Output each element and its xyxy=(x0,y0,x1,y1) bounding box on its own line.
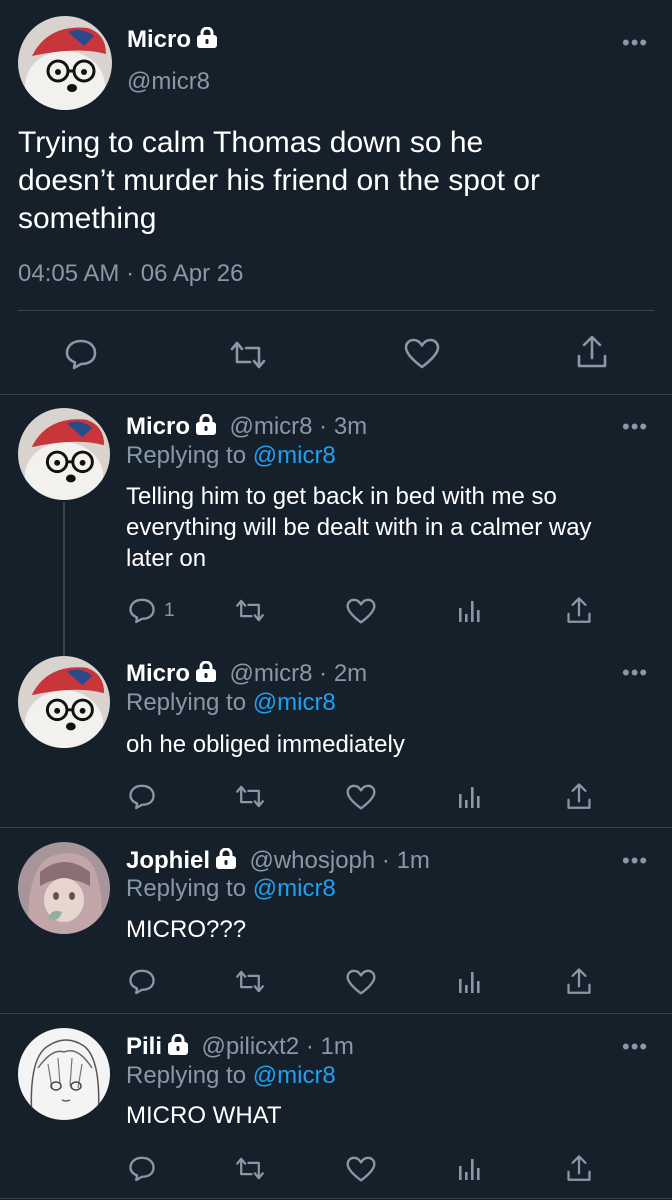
divider xyxy=(0,1013,672,1014)
reply-header: Micro @micr8 · 2m xyxy=(126,660,367,688)
reply-header: Micro @micr8 · 3m xyxy=(126,413,367,441)
avatar-micro[interactable] xyxy=(18,408,110,500)
divider xyxy=(0,1198,672,1199)
reply-text: MICRO??? xyxy=(126,914,246,945)
reply-icon[interactable] xyxy=(128,1155,156,1182)
share-icon[interactable] xyxy=(566,596,592,625)
lock-icon xyxy=(215,847,237,875)
reply-text-line: MICRO??? xyxy=(126,916,247,943)
replying-handle-link[interactable]: @micr8 xyxy=(253,875,336,902)
tweet-text-line: doesn’t murder his friend on the spot or xyxy=(18,164,540,197)
retweet-icon[interactable] xyxy=(234,784,266,809)
avatar-pili[interactable] xyxy=(18,1028,110,1120)
reply-text: oh he obliged immediately xyxy=(126,729,405,760)
reply-icon[interactable] xyxy=(64,338,98,370)
avatar-micro[interactable] xyxy=(18,16,112,110)
author-handle-time[interactable]: @micr8 · 3m xyxy=(229,413,367,440)
more-icon[interactable]: ••• xyxy=(622,414,648,440)
tweet-timestamp: 04:05 AM · 06 Apr 26 xyxy=(18,260,244,287)
author-handle[interactable]: @micr8 xyxy=(127,68,210,96)
divider xyxy=(0,394,672,395)
analytics-icon[interactable] xyxy=(458,969,482,995)
retweet-icon[interactable] xyxy=(228,340,268,370)
heart-icon[interactable] xyxy=(346,969,376,996)
reply-icon[interactable] xyxy=(128,968,156,995)
replying-to: Replying to @micr8 xyxy=(126,442,336,470)
more-icon[interactable]: ••• xyxy=(622,660,648,686)
analytics-icon[interactable] xyxy=(458,1156,482,1182)
reply-header: Pili @pilicxt2 · 1m xyxy=(126,1033,354,1061)
replying-prefix: Replying to xyxy=(126,1062,247,1089)
reply-text-line: oh he obliged immediately xyxy=(126,731,405,758)
retweet-icon[interactable] xyxy=(234,1156,266,1181)
tweet-text: Trying to calm Thomas down so he doesn’t… xyxy=(18,124,540,238)
author-handle-time[interactable]: @micr8 · 2m xyxy=(229,660,367,687)
analytics-icon[interactable] xyxy=(458,784,482,810)
thread-line xyxy=(63,502,65,656)
replying-handle-link[interactable]: @micr8 xyxy=(253,689,336,716)
lock-icon xyxy=(167,1033,189,1061)
divider xyxy=(18,310,654,311)
replying-prefix: Replying to xyxy=(126,689,247,716)
tweet-text-line: Trying to calm Thomas down so he xyxy=(18,126,484,159)
share-icon[interactable] xyxy=(566,967,592,996)
replying-prefix: Replying to xyxy=(126,875,247,902)
analytics-icon[interactable] xyxy=(458,598,482,624)
replying-to: Replying to @micr8 xyxy=(126,1062,336,1090)
avatar-jophiel[interactable] xyxy=(18,842,110,934)
replying-handle-link[interactable]: @micr8 xyxy=(253,442,336,469)
author-name[interactable]: Pili xyxy=(126,1033,162,1060)
reply-count: 1 xyxy=(164,599,175,621)
lock-icon xyxy=(196,26,218,56)
share-icon[interactable] xyxy=(566,782,592,811)
reply-icon[interactable]: 1 xyxy=(128,597,175,624)
reply-text-line: MICRO WHAT xyxy=(126,1102,282,1129)
reply-text-line: Telling him to get back in bed with me s… xyxy=(126,483,557,510)
author-name[interactable]: Micro xyxy=(126,413,190,440)
replying-to: Replying to @micr8 xyxy=(126,875,336,903)
heart-icon[interactable] xyxy=(346,598,376,625)
heart-icon[interactable] xyxy=(346,1156,376,1183)
share-icon[interactable] xyxy=(576,334,608,370)
author-handle-time[interactable]: @pilicxt2 · 1m xyxy=(201,1033,353,1060)
reply-text: Telling him to get back in bed with me s… xyxy=(126,481,592,574)
reply-text-line: everything will be dealt with in a calme… xyxy=(126,514,592,541)
author-name[interactable]: Micro xyxy=(126,660,190,687)
tweet-text-line: something xyxy=(18,202,157,235)
replying-handle-link[interactable]: @micr8 xyxy=(253,1062,336,1089)
replying-to: Replying to @micr8 xyxy=(126,689,336,717)
retweet-icon[interactable] xyxy=(234,598,266,623)
more-icon[interactable]: ••• xyxy=(622,30,648,56)
divider xyxy=(0,827,672,828)
more-icon[interactable]: ••• xyxy=(622,1034,648,1060)
more-icon[interactable]: ••• xyxy=(622,848,648,874)
reply-text-line: later on xyxy=(126,545,207,572)
retweet-icon[interactable] xyxy=(234,969,266,994)
heart-icon[interactable] xyxy=(404,338,440,370)
author-handle-time[interactable]: @whosjoph · 1m xyxy=(249,847,429,874)
reply-header: Jophiel @whosjoph · 1m xyxy=(126,847,430,875)
reply-text: MICRO WHAT xyxy=(126,1100,282,1131)
lock-icon xyxy=(195,660,217,688)
author-name[interactable]: Jophiel xyxy=(126,847,210,874)
replying-prefix: Replying to xyxy=(126,442,247,469)
author-name[interactable]: Micro xyxy=(127,26,218,56)
reply-icon[interactable] xyxy=(128,783,156,810)
heart-icon[interactable] xyxy=(346,784,376,811)
avatar-micro[interactable] xyxy=(18,656,110,748)
share-icon[interactable] xyxy=(566,1154,592,1183)
lock-icon xyxy=(195,413,217,441)
